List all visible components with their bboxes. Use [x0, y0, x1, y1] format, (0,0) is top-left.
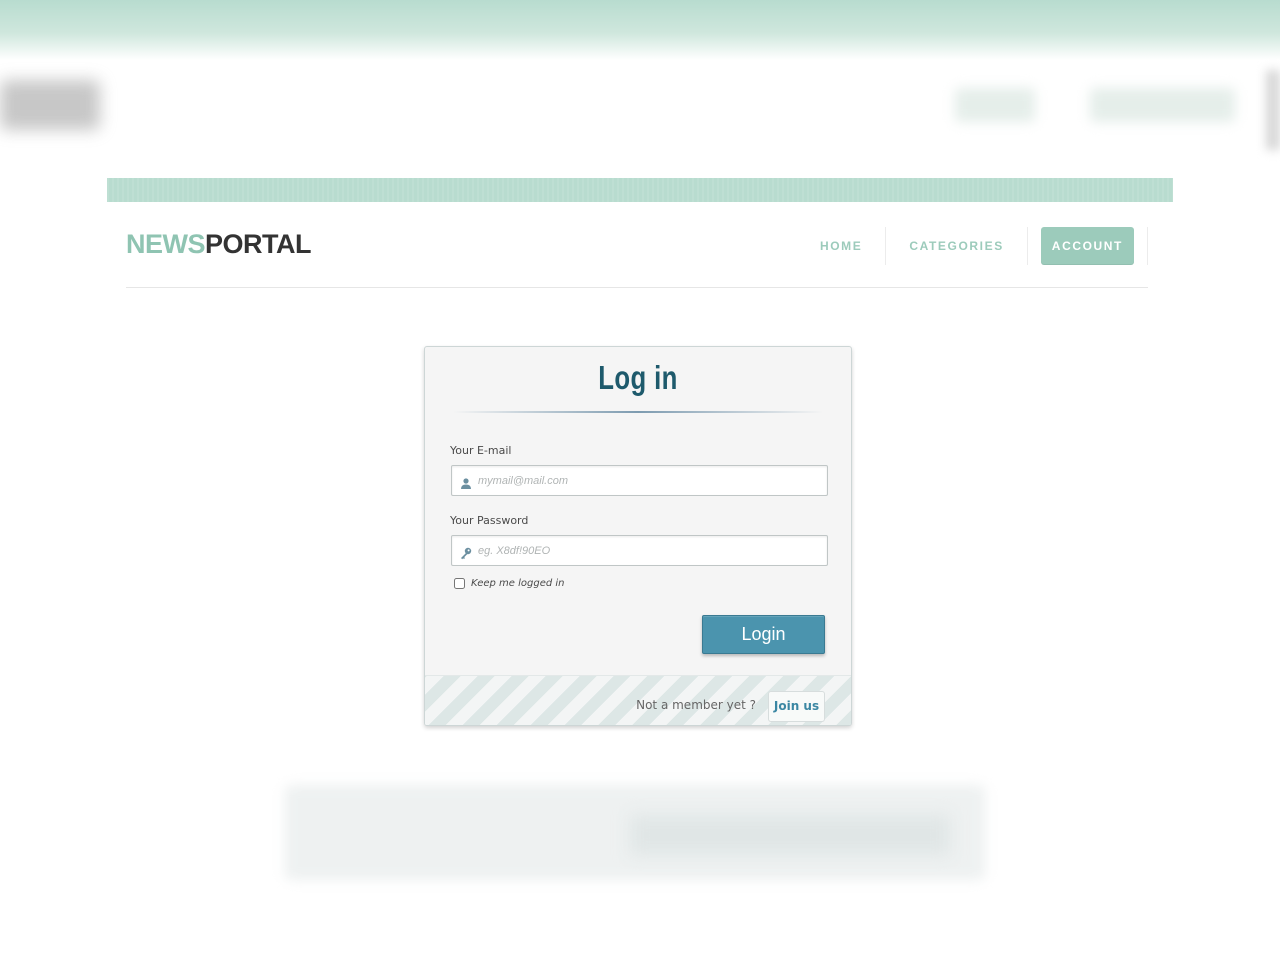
title-divider	[453, 411, 823, 413]
password-label: Your Password	[450, 514, 529, 527]
login-card: Log in Your E-mail Your Password Keep me…	[424, 346, 852, 726]
background-logo-blur	[0, 80, 100, 130]
password-input[interactable]	[478, 536, 818, 565]
user-icon	[459, 475, 473, 489]
background-edge-blur	[1266, 70, 1280, 150]
main-nav: HOME CATEGORIES ACCOUNT	[797, 227, 1148, 265]
login-title: Log in	[598, 359, 678, 396]
keep-logged-in-checkbox[interactable]	[454, 578, 465, 589]
password-field-wrapper	[451, 535, 828, 566]
logo-news: NEWS	[126, 229, 206, 259]
email-label: Your E-mail	[450, 444, 512, 457]
background-top-band	[0, 0, 1280, 60]
email-input[interactable]	[478, 466, 818, 495]
email-field-wrapper	[451, 465, 828, 496]
login-button[interactable]: Login	[702, 615, 825, 654]
background-nav-blur	[955, 88, 1035, 122]
login-footer: Not a member yet ? Join us	[425, 675, 851, 725]
nav-account-label: ACCOUNT	[1040, 227, 1134, 265]
nav-categories[interactable]: CATEGORIES	[886, 227, 1028, 265]
keep-logged-in[interactable]: Keep me logged in	[454, 578, 565, 589]
join-us-button[interactable]: Join us	[768, 691, 825, 722]
nav-home[interactable]: HOME	[797, 227, 887, 265]
not-member-text: Not a member yet ?	[636, 698, 756, 712]
header-band	[107, 178, 1173, 202]
logo-portal: PORTAL	[205, 229, 312, 259]
nav-account[interactable]: ACCOUNT	[1028, 227, 1148, 265]
nav-categories-label: CATEGORIES	[909, 239, 1004, 253]
key-icon	[459, 545, 473, 560]
nav-home-label: HOME	[819, 239, 863, 253]
keep-logged-in-label: Keep me logged in	[471, 578, 565, 589]
background-nav-blur	[1090, 88, 1235, 122]
site-logo[interactable]: NEWSPORTAL	[126, 229, 312, 260]
site-header: NEWSPORTAL HOME CATEGORIES ACCOUNT	[126, 202, 1148, 288]
